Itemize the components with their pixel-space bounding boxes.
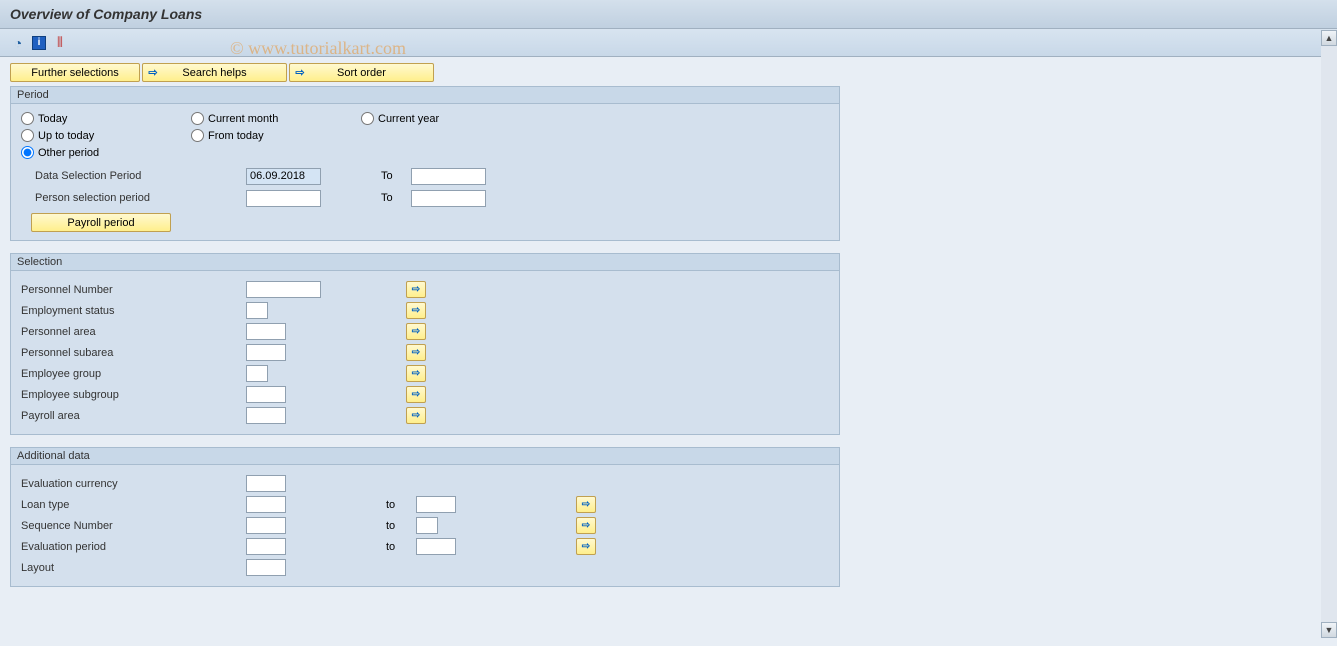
person-selection-period-label: Person selection period — [21, 192, 246, 204]
radio-other-period-label: Other period — [38, 147, 99, 159]
layout-label: Layout — [21, 562, 246, 574]
radio-current-year-label: Current year — [378, 113, 439, 125]
period-groupbox: Period Today Current month Current year … — [10, 86, 840, 241]
data-selection-to-input[interactable] — [411, 168, 486, 185]
toolbar: ◔ i ⦀ — [0, 29, 1337, 57]
selection-group-title: Selection — [11, 254, 839, 271]
selection-field-input[interactable] — [246, 407, 286, 424]
radio-other-period-input[interactable] — [21, 146, 34, 159]
eval-period-from-input[interactable] — [246, 538, 286, 555]
multiple-selection-button[interactable]: ⇨ — [406, 281, 426, 298]
radio-from-today-label: From today — [208, 130, 264, 142]
loan-type-multiple-button[interactable]: ⇨ — [576, 496, 596, 513]
selection-row: Employment status ⇨ — [21, 300, 829, 321]
multiple-selection-button[interactable]: ⇨ — [406, 344, 426, 361]
radio-current-month-input[interactable] — [191, 112, 204, 125]
loan-type-label: Loan type — [21, 499, 246, 511]
selection-field-input[interactable] — [246, 365, 268, 382]
sort-order-button[interactable]: ⇨ Sort order — [289, 63, 434, 82]
eval-currency-input[interactable] — [246, 475, 286, 492]
data-selection-period-label: Data Selection Period — [21, 170, 246, 182]
multiple-selection-button[interactable]: ⇨ — [406, 386, 426, 403]
eval-period-multiple-button[interactable]: ⇨ — [576, 538, 596, 555]
data-selection-from-input[interactable] — [246, 168, 321, 185]
search-helps-label: Search helps — [182, 67, 246, 79]
loan-type-from-input[interactable] — [246, 496, 286, 513]
selection-row: Personnel subarea ⇨ — [21, 342, 829, 363]
radio-current-year-input[interactable] — [361, 112, 374, 125]
seq-number-multiple-button[interactable]: ⇨ — [576, 517, 596, 534]
selection-field-label: Personnel subarea — [21, 347, 246, 359]
selection-field-input[interactable] — [246, 281, 321, 298]
seq-number-label: Sequence Number — [21, 520, 246, 532]
multiple-selection-button[interactable]: ⇨ — [406, 407, 426, 424]
selection-field-input[interactable] — [246, 323, 286, 340]
selection-row: Personnel Number ⇨ — [21, 279, 829, 300]
variant-icon[interactable]: ⦀ — [52, 35, 68, 51]
selection-field-label: Payroll area — [21, 410, 246, 422]
additional-data-group-title: Additional data — [11, 448, 839, 465]
arrow-right-icon: ⇨ — [145, 66, 161, 79]
selection-field-label: Employment status — [21, 305, 246, 317]
content-area: Period Today Current month Current year … — [0, 86, 1337, 646]
layout-input[interactable] — [246, 559, 286, 576]
seq-number-to-label: to — [386, 520, 416, 532]
radio-up-to-today-label: Up to today — [38, 130, 94, 142]
sort-order-label: Sort order — [337, 67, 386, 79]
radio-up-to-today-input[interactable] — [21, 129, 34, 142]
info-icon[interactable]: i — [32, 36, 46, 50]
eval-currency-label: Evaluation currency — [21, 478, 246, 490]
vertical-scrollbar[interactable]: ▲ ▼ — [1321, 30, 1337, 638]
loan-type-to-input[interactable] — [416, 496, 456, 513]
page-title: Overview of Company Loans — [0, 0, 1337, 29]
radio-from-today-input[interactable] — [191, 129, 204, 142]
further-selections-button[interactable]: Further selections — [10, 63, 140, 82]
selection-groupbox: Selection Personnel Number⇨Employment st… — [10, 253, 840, 435]
eval-period-label: Evaluation period — [21, 541, 246, 553]
radio-other-period[interactable]: Other period — [21, 146, 191, 159]
selection-field-label: Employee group — [21, 368, 246, 380]
execute-icon[interactable]: ◔ — [10, 35, 26, 51]
loan-type-to-label: to — [386, 499, 416, 511]
radio-today[interactable]: Today — [21, 112, 191, 125]
selection-row: Employee subgroup ⇨ — [21, 384, 829, 405]
radio-current-year[interactable]: Current year — [361, 112, 531, 125]
selection-row: Employee group ⇨ — [21, 363, 829, 384]
selection-buttons-row: Further selections ⇨ Search helps ⇨ Sort… — [0, 57, 1337, 86]
person-selection-to-input[interactable] — [411, 190, 486, 207]
selection-field-input[interactable] — [246, 344, 286, 361]
period-group-title: Period — [11, 87, 839, 104]
radio-today-input[interactable] — [21, 112, 34, 125]
search-helps-button[interactable]: ⇨ Search helps — [142, 63, 287, 82]
person-selection-to-label: To — [381, 192, 411, 204]
eval-period-to-input[interactable] — [416, 538, 456, 555]
radio-current-month-label: Current month — [208, 113, 278, 125]
scroll-down-button[interactable]: ▼ — [1321, 622, 1337, 638]
data-selection-to-label: To — [381, 170, 411, 182]
payroll-period-button[interactable]: Payroll period — [31, 213, 171, 232]
selection-row: Personnel area ⇨ — [21, 321, 829, 342]
radio-current-month[interactable]: Current month — [191, 112, 361, 125]
selection-field-label: Employee subgroup — [21, 389, 246, 401]
eval-period-to-label: to — [386, 541, 416, 553]
selection-field-input[interactable] — [246, 386, 286, 403]
additional-data-groupbox: Additional data Evaluation currency Loan… — [10, 447, 840, 587]
radio-up-to-today[interactable]: Up to today — [21, 129, 191, 142]
selection-row: Payroll area ⇨ — [21, 405, 829, 426]
scroll-up-button[interactable]: ▲ — [1321, 30, 1337, 46]
radio-from-today[interactable]: From today — [191, 129, 361, 142]
arrow-right-icon: ⇨ — [292, 66, 308, 79]
multiple-selection-button[interactable]: ⇨ — [406, 365, 426, 382]
seq-number-to-input[interactable] — [416, 517, 438, 534]
radio-today-label: Today — [38, 113, 67, 125]
selection-field-label: Personnel area — [21, 326, 246, 338]
selection-field-input[interactable] — [246, 302, 268, 319]
selection-field-label: Personnel Number — [21, 284, 246, 296]
multiple-selection-button[interactable]: ⇨ — [406, 323, 426, 340]
person-selection-from-input[interactable] — [246, 190, 321, 207]
seq-number-from-input[interactable] — [246, 517, 286, 534]
multiple-selection-button[interactable]: ⇨ — [406, 302, 426, 319]
